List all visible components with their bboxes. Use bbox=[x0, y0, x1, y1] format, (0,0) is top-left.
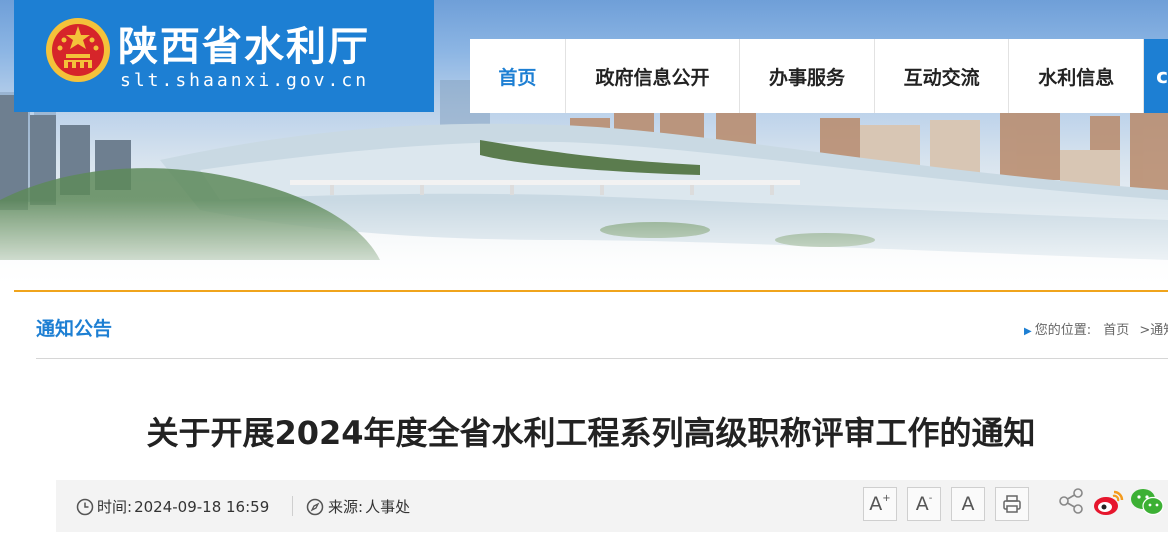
weibo-icon[interactable] bbox=[1092, 486, 1126, 518]
section-title: 通知公告 bbox=[36, 318, 113, 340]
article-meta-bar: 时间: 2024-09-18 16:59 来源: 人事处 A + A- A bbox=[56, 480, 1168, 532]
nav-item-home[interactable]: 首页 bbox=[470, 39, 566, 113]
breadcrumb-prefix: 您的位置: bbox=[1034, 323, 1092, 338]
header-banner: 陕西省水利厅 slt.shaanxi.gov.cn 首页 政府信息公开 办事服务… bbox=[0, 0, 1168, 292]
section-header: 通知公告 ▶您的位置: 首页 >通知公 bbox=[36, 292, 1168, 359]
font-increase-button[interactable]: A + bbox=[863, 487, 897, 521]
article-source: 来源: 人事处 bbox=[306, 496, 410, 517]
nav-item-water-info[interactable]: 水利信息 bbox=[1009, 39, 1145, 113]
breadcrumb-current-link[interactable]: 通知公 bbox=[1150, 323, 1168, 338]
breadcrumb: ▶您的位置: 首页 >通知公 bbox=[1024, 319, 1168, 338]
source-label: 来源: bbox=[328, 498, 364, 516]
nav-item-interaction[interactable]: 互动交流 bbox=[875, 39, 1010, 113]
national-emblem-icon bbox=[46, 18, 110, 82]
nav-more-button[interactable]: c bbox=[1144, 39, 1168, 113]
content-panel: 通知公告 ▶您的位置: 首页 >通知公 关于开展2024年度全省水利工程系列高级… bbox=[14, 290, 1168, 557]
meta-divider bbox=[292, 496, 293, 516]
publish-time: 时间: 2024-09-18 16:59 bbox=[76, 496, 269, 517]
font-increase-label: A bbox=[869, 493, 883, 515]
triangle-right-icon: ▶ bbox=[1024, 326, 1032, 337]
wechat-icon[interactable] bbox=[1130, 486, 1166, 518]
font-increase-sign: + bbox=[882, 492, 891, 504]
font-decrease-button[interactable]: A- bbox=[907, 487, 941, 521]
breadcrumb-home-link[interactable]: 首页 bbox=[1103, 323, 1129, 338]
print-icon bbox=[1003, 495, 1021, 513]
main-nav: 首页 政府信息公开 办事服务 互动交流 水利信息 c bbox=[470, 39, 1168, 113]
font-reset-label: A bbox=[961, 493, 975, 515]
font-decrease-sign: - bbox=[928, 492, 933, 504]
site-name: 陕西省水利厅 bbox=[118, 24, 370, 70]
share-icon[interactable] bbox=[1056, 486, 1086, 516]
site-logo[interactable]: 陕西省水利厅 slt.shaanxi.gov.cn bbox=[14, 0, 434, 112]
compass-icon bbox=[306, 498, 324, 515]
nav-item-gov-info[interactable]: 政府信息公开 bbox=[566, 39, 741, 113]
publish-time-label: 时间: bbox=[97, 498, 133, 516]
font-decrease-label: A bbox=[915, 493, 929, 515]
source-value: 人事处 bbox=[365, 498, 411, 516]
print-button[interactable] bbox=[995, 487, 1029, 521]
nav-item-services[interactable]: 办事服务 bbox=[740, 39, 875, 113]
clock-icon bbox=[76, 498, 94, 515]
site-domain: slt.shaanxi.gov.cn bbox=[120, 70, 370, 91]
publish-time-value: 2024-09-18 16:59 bbox=[134, 497, 270, 516]
breadcrumb-separator: > bbox=[1139, 323, 1151, 338]
article-title: 关于开展2024年度全省水利工程系列高级职称评审工作的通知 bbox=[146, 414, 1036, 452]
font-reset-button[interactable]: A bbox=[951, 487, 985, 521]
